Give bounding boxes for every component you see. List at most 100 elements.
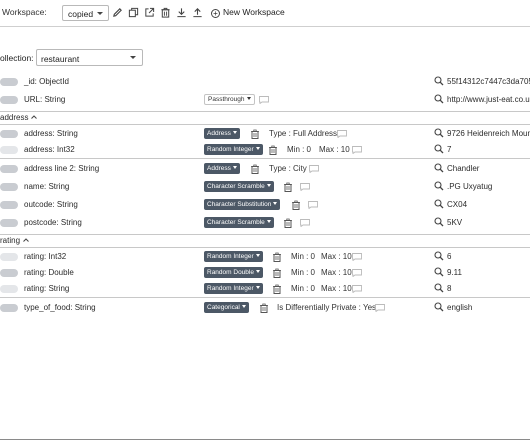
preview-icon[interactable]: [434, 283, 444, 293]
field-name: URL: String: [24, 95, 66, 104]
generator-select[interactable]: Random Integer: [204, 251, 263, 262]
preview-icon[interactable]: [434, 181, 444, 191]
preview-icon[interactable]: [434, 302, 444, 312]
comment-icon[interactable]: [352, 146, 362, 154]
comment-icon[interactable]: [375, 304, 385, 312]
param-label: Type : City: [269, 164, 307, 173]
trash-icon[interactable]: [251, 164, 259, 174]
upload-icon[interactable]: [192, 7, 203, 18]
trash-icon[interactable]: [273, 284, 281, 294]
trash-icon[interactable]: [273, 252, 281, 262]
chevron-down-icon: [232, 166, 237, 169]
param-min: Min : 0: [291, 252, 316, 261]
field-row: postcode: String Character Scramble 5KV: [0, 215, 530, 231]
trash-icon[interactable]: [160, 7, 171, 18]
field-toggle[interactable]: [0, 201, 18, 209]
generator-select[interactable]: Random Integer: [204, 144, 263, 155]
generator-select[interactable]: Categorical: [204, 302, 249, 313]
field-toggle[interactable]: [0, 130, 18, 138]
collection-select[interactable]: restaurant: [36, 49, 143, 66]
section-title: rating: [0, 236, 21, 245]
field-name: outcode: String: [24, 200, 78, 209]
trash-icon[interactable]: [269, 145, 277, 155]
section-header-rating[interactable]: rating: [0, 234, 530, 246]
generator-select[interactable]: Random Double: [204, 267, 263, 278]
chevron-down-icon: [255, 254, 260, 257]
field-name: postcode: String: [24, 218, 82, 227]
field-toggle[interactable]: [0, 285, 18, 293]
field-toggle[interactable]: [0, 183, 18, 191]
generator-label: Random Integer: [207, 146, 254, 153]
field-toggle[interactable]: [0, 96, 18, 104]
comment-icon[interactable]: [300, 183, 310, 191]
generator-select[interactable]: Character Substitution: [204, 199, 281, 210]
divider: [0, 247, 530, 248]
edit-icon[interactable]: [112, 7, 123, 18]
generator-select[interactable]: Character Scramble: [204, 217, 274, 228]
field-toggle[interactable]: [0, 269, 18, 277]
generator-select[interactable]: Address: [204, 163, 240, 174]
new-workspace-button[interactable]: + New Workspace: [211, 7, 285, 18]
copy-icon[interactable]: [128, 7, 139, 18]
generator-select[interactable]: Character Scramble: [204, 181, 274, 192]
section-header-address[interactable]: address: [0, 111, 530, 123]
preview-icon[interactable]: [434, 267, 444, 277]
preview-icon[interactable]: [434, 199, 444, 209]
workspace-select[interactable]: copied: [62, 5, 109, 21]
generator-label: Random Double: [207, 269, 254, 276]
chevron-up-icon: [31, 115, 37, 119]
param-min: Min : 0: [291, 284, 316, 293]
param-min: Min : 0: [291, 268, 316, 277]
chevron-down-icon: [255, 270, 260, 273]
trash-icon[interactable]: [260, 303, 268, 313]
field-toggle[interactable]: [0, 219, 18, 227]
preview-icon[interactable]: [434, 76, 444, 86]
generator-label: Random Integer: [207, 285, 254, 292]
comment-icon[interactable]: [352, 253, 362, 261]
field-name: rating: Double: [24, 268, 74, 277]
comment-icon[interactable]: [337, 130, 347, 138]
trash-icon[interactable]: [273, 268, 281, 278]
generator-select[interactable]: Address: [204, 128, 240, 139]
preview-icon[interactable]: [434, 251, 444, 261]
collection-selected-value: restaurant: [41, 54, 80, 64]
sample-value: CX04: [447, 200, 468, 209]
comment-icon[interactable]: [352, 285, 362, 293]
field-name: name: String: [24, 182, 70, 191]
workspace-selected-value: copied: [68, 9, 94, 19]
chevron-down-icon: [266, 220, 271, 223]
section-divider: [0, 111, 530, 112]
generator-label: Address: [207, 130, 231, 137]
comment-icon[interactable]: [259, 96, 269, 104]
comment-icon[interactable]: [309, 165, 319, 173]
preview-icon[interactable]: [434, 217, 444, 227]
generator-select[interactable]: Passthrough: [204, 94, 255, 105]
preview-icon[interactable]: [434, 163, 444, 173]
chevron-up-icon: [23, 238, 29, 242]
open-external-icon[interactable]: [144, 7, 155, 18]
trash-icon[interactable]: [292, 200, 300, 210]
generator-select[interactable]: Random Integer: [204, 283, 263, 294]
comment-icon[interactable]: [300, 219, 310, 227]
field-toggle[interactable]: [0, 146, 18, 154]
field-toggle[interactable]: [0, 304, 18, 312]
sample-value: .PG Uxyatug: [447, 182, 493, 191]
trash-icon[interactable]: [284, 182, 292, 192]
chevron-down-icon: [130, 56, 136, 59]
field-toggle[interactable]: [0, 165, 18, 173]
preview-icon[interactable]: [434, 94, 444, 104]
param-min: Min : 0: [287, 145, 312, 154]
field-toggle[interactable]: [0, 78, 18, 86]
preview-icon[interactable]: [434, 144, 444, 154]
sample-value: english: [447, 303, 473, 312]
field-toggle[interactable]: [0, 253, 18, 261]
field-name: rating: String: [24, 284, 70, 293]
comment-icon[interactable]: [308, 201, 318, 209]
comment-icon[interactable]: [352, 269, 362, 277]
trash-icon[interactable]: [251, 129, 259, 139]
param-max: Max : 10: [321, 268, 352, 277]
field-name: type_of_food: String: [24, 303, 96, 312]
preview-icon[interactable]: [434, 128, 444, 138]
trash-icon[interactable]: [284, 218, 292, 228]
download-icon[interactable]: [176, 7, 187, 18]
